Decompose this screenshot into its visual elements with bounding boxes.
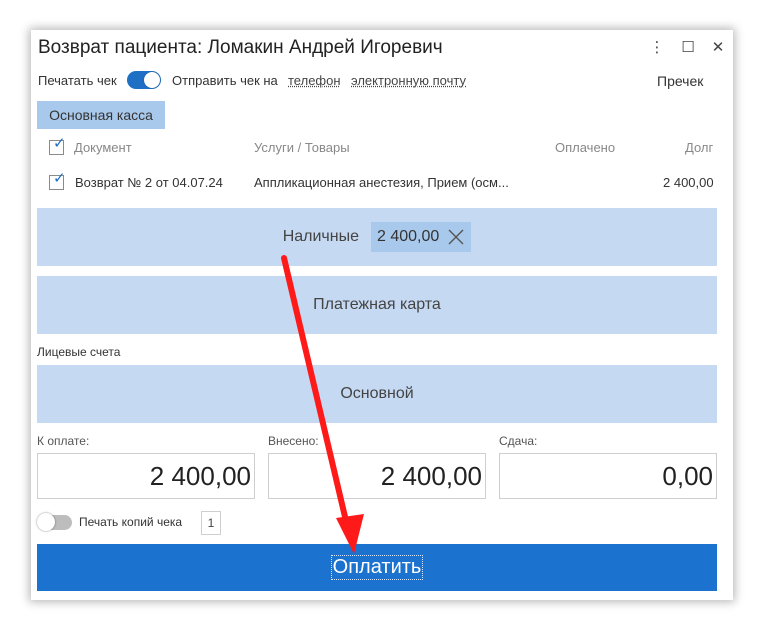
print-receipt-label: Печатать чек bbox=[38, 73, 117, 88]
main-account-label: Основной bbox=[340, 385, 414, 402]
cash-label: Наличные bbox=[282, 228, 359, 245]
more-menu-icon[interactable]: ⋮ bbox=[647, 36, 667, 58]
maximize-icon[interactable]: ☐ bbox=[678, 36, 698, 58]
change-label: Сдача: bbox=[499, 434, 538, 448]
check-icon: ✓ bbox=[53, 170, 66, 187]
personal-accounts-label: Лицевые счета bbox=[37, 345, 121, 359]
cash-payment-block[interactable]: Наличные 2 400,00 bbox=[37, 208, 717, 266]
column-header-services: Услуги / Товары bbox=[254, 140, 350, 155]
to-pay-field: 2 400,00 bbox=[37, 453, 255, 499]
cash-amount-chip[interactable]: 2 400,00 bbox=[371, 222, 472, 252]
send-receipt-label: Отправить чек на bbox=[172, 73, 278, 88]
pay-button[interactable]: Оплатить bbox=[37, 544, 717, 591]
copies-count-input[interactable]: 1 bbox=[201, 511, 221, 535]
email-link[interactable]: электронную почту bbox=[351, 73, 466, 88]
deposited-label: Внесено: bbox=[268, 434, 319, 448]
row-services: Аппликационная анестезия, Прием (осм... bbox=[254, 175, 509, 190]
phone-link[interactable]: телефон bbox=[288, 73, 341, 88]
return-dialog: Возврат пациента: Ломакин Андрей Игореви… bbox=[31, 30, 733, 600]
main-account-block[interactable]: Основной bbox=[37, 365, 717, 423]
toggle-knob bbox=[37, 513, 55, 531]
precheck-button[interactable]: Пречек bbox=[657, 73, 703, 89]
deposited-field[interactable]: 2 400,00 bbox=[268, 453, 486, 499]
print-copies-toggle[interactable] bbox=[37, 513, 72, 531]
select-all-checkbox[interactable]: ✓ bbox=[49, 136, 66, 155]
change-field: 0,00 bbox=[499, 453, 717, 499]
clear-icon[interactable] bbox=[447, 228, 465, 246]
column-header-document: Документ bbox=[74, 140, 132, 155]
cashbox-tab[interactable]: Основная касса bbox=[37, 101, 165, 129]
dialog-title: Возврат пациента: Ломакин Андрей Игореви… bbox=[38, 37, 443, 58]
row-debt: 2 400,00 bbox=[663, 175, 714, 190]
to-pay-label: К оплате: bbox=[37, 434, 90, 448]
print-copies-label: Печать копий чека bbox=[79, 515, 183, 529]
toggle-knob bbox=[144, 72, 160, 88]
card-payment-block[interactable]: Платежная карта bbox=[37, 276, 717, 334]
close-icon[interactable]: ✕ bbox=[708, 36, 728, 58]
column-header-debt: Долг bbox=[685, 140, 714, 155]
row-checkbox[interactable]: ✓ bbox=[49, 171, 66, 190]
cash-amount: 2 400,00 bbox=[377, 228, 440, 245]
pay-button-label: Оплатить bbox=[330, 555, 424, 580]
card-label: Платежная карта bbox=[313, 296, 441, 313]
print-receipt-toggle[interactable] bbox=[127, 71, 161, 89]
row-document[interactable]: Возврат № 2 от 04.07.24 bbox=[75, 175, 223, 190]
column-header-paid: Оплачено bbox=[555, 140, 616, 155]
check-icon: ✓ bbox=[53, 135, 66, 152]
